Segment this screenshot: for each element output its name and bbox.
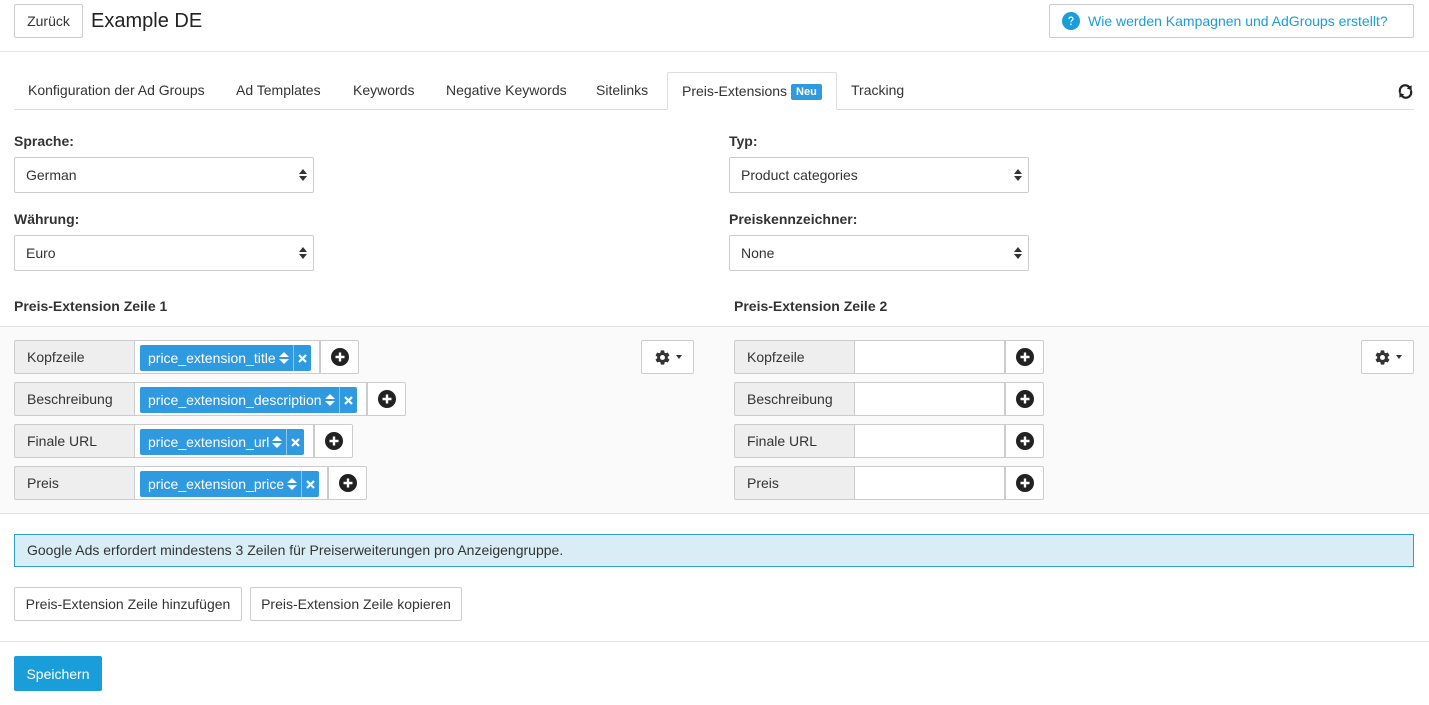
header-divider: [0, 51, 1429, 52]
row-2-headline-label: Kopfzeile: [734, 340, 855, 374]
refresh-icon[interactable]: [1397, 83, 1414, 100]
row-2-price-add-button[interactable]: [1005, 466, 1044, 500]
tag-label: price_extension_url: [148, 434, 270, 450]
select-arrows-icon: [1014, 247, 1022, 259]
tab-keywords[interactable]: Keywords: [339, 72, 428, 110]
tab-price-extensions-label: Preis-Extensions: [682, 83, 788, 99]
remove-tag-button[interactable]: [292, 345, 311, 371]
currency-select[interactable]: Euro: [14, 235, 314, 271]
row-1-title: Preis-Extension Zeile 1: [14, 298, 168, 314]
row-2-settings-button[interactable]: [1361, 340, 1414, 374]
plus-circle-icon: [1015, 348, 1034, 366]
language-label: Sprache:: [14, 133, 74, 149]
remove-tag-button[interactable]: [338, 387, 357, 413]
tab-negative-keywords[interactable]: Negative Keywords: [432, 72, 581, 110]
gear-icon: [1375, 349, 1389, 365]
currency-label: Währung:: [14, 211, 80, 227]
times-icon: [297, 353, 307, 363]
row-1-headline-field[interactable]: price_extension_title: [135, 340, 320, 374]
question-circle-icon: [1062, 12, 1080, 30]
price-qualifier-label: Preiskennzeichner:: [729, 211, 858, 227]
row-1-final-url-field[interactable]: price_extension_url: [135, 424, 314, 458]
sort-icon[interactable]: [324, 394, 335, 406]
row-2-description-field[interactable]: [855, 382, 1005, 416]
back-button[interactable]: Zurück: [14, 4, 83, 38]
placeholder-tag[interactable]: price_extension_title: [140, 345, 311, 371]
placeholder-tag[interactable]: price_extension_description: [140, 387, 357, 413]
tab-ad-templates[interactable]: Ad Templates: [222, 72, 335, 110]
row-2-price-field[interactable]: [855, 466, 1005, 500]
language-select[interactable]: German: [14, 157, 314, 193]
plus-circle-icon: [338, 474, 357, 492]
tab-tracking[interactable]: Tracking: [837, 72, 918, 110]
page-title: Example DE: [91, 10, 203, 32]
placeholder-tag[interactable]: price_extension_url: [140, 429, 305, 455]
row-2-final-url-label: Finale URL: [734, 424, 855, 458]
sort-icon[interactable]: [272, 436, 283, 448]
times-icon: [343, 395, 353, 405]
times-icon: [291, 437, 301, 447]
row-2-headline-add-button[interactable]: [1005, 340, 1044, 374]
times-icon: [306, 479, 315, 489]
select-arrows-icon: [1014, 169, 1022, 181]
gear-icon: [655, 349, 669, 365]
currency-value: Euro: [26, 245, 56, 261]
tab-bar: Konfiguration der Ad Groups Ad Templates…: [14, 72, 1414, 110]
plus-circle-icon: [1015, 390, 1034, 408]
row-1-price-label: Preis: [14, 466, 135, 500]
tab-sitelinks[interactable]: Sitelinks: [582, 72, 662, 110]
type-label: Typ:: [729, 133, 758, 149]
plus-circle-icon: [324, 432, 343, 450]
row-2-final-url-add-button[interactable]: [1005, 424, 1044, 458]
footer-divider: [0, 641, 1429, 642]
row-2-headline-field[interactable]: [855, 340, 1005, 374]
new-badge: Neu: [791, 84, 822, 100]
info-alert: Google Ads erfordert mindestens 3 Zeilen…: [14, 534, 1414, 567]
language-value: German: [26, 167, 77, 183]
plus-circle-icon: [377, 390, 396, 408]
help-link-button[interactable]: Wie werden Kampagnen und AdGroups erstel…: [1049, 4, 1414, 38]
row-1-final-url-label: Finale URL: [14, 424, 135, 458]
type-select[interactable]: Product categories: [729, 157, 1029, 193]
row-1-final-url-add-button[interactable]: [314, 424, 353, 458]
plus-circle-icon: [1015, 432, 1034, 450]
plus-circle-icon: [330, 348, 349, 366]
placeholder-tag[interactable]: price_extension_price: [140, 471, 320, 497]
remove-tag-button[interactable]: [301, 471, 319, 497]
help-link-label: Wie werden Kampagnen und AdGroups erstel…: [1088, 13, 1388, 29]
save-button[interactable]: Speichern: [14, 656, 102, 691]
row-1-price-add-button[interactable]: [328, 466, 367, 500]
row-1-description-field[interactable]: price_extension_description: [135, 382, 367, 416]
caret-down-icon: [1395, 355, 1402, 359]
row-1-description-label: Beschreibung: [14, 382, 135, 416]
add-row-button[interactable]: Preis-Extension Zeile hinzufügen: [14, 587, 242, 621]
price-qualifier-select[interactable]: None: [729, 235, 1029, 271]
row-2-description-add-button[interactable]: [1005, 382, 1044, 416]
tag-label: price_extension_price: [148, 476, 285, 492]
row-2-description-label: Beschreibung: [734, 382, 855, 416]
row-1-headline-add-button[interactable]: [320, 340, 359, 374]
price-qualifier-value: None: [741, 245, 775, 261]
tag-label: price_extension_description: [148, 392, 322, 408]
sort-icon[interactable]: [287, 478, 298, 490]
row-1-headline-label: Kopfzeile: [14, 340, 135, 374]
select-arrows-icon: [299, 247, 307, 259]
remove-tag-button[interactable]: [286, 429, 304, 455]
select-arrows-icon: [299, 169, 307, 181]
row-1-settings-button[interactable]: [641, 340, 694, 374]
tab-adgroup-config[interactable]: Konfiguration der Ad Groups: [14, 72, 219, 110]
row-1-description-add-button[interactable]: [367, 382, 406, 416]
tab-price-extensions[interactable]: Preis-Extensions Neu: [667, 72, 837, 110]
type-value: Product categories: [741, 167, 858, 183]
copy-row-button[interactable]: Preis-Extension Zeile kopieren: [250, 587, 462, 621]
row-2-title: Preis-Extension Zeile 2: [734, 298, 888, 314]
sort-icon[interactable]: [278, 352, 289, 364]
row-2-final-url-field[interactable]: [855, 424, 1005, 458]
plus-circle-icon: [1015, 474, 1034, 492]
row-2-price-label: Preis: [734, 466, 855, 500]
caret-down-icon: [675, 355, 682, 359]
tag-label: price_extension_title: [148, 350, 276, 366]
row-1-price-field[interactable]: price_extension_price: [135, 466, 328, 500]
